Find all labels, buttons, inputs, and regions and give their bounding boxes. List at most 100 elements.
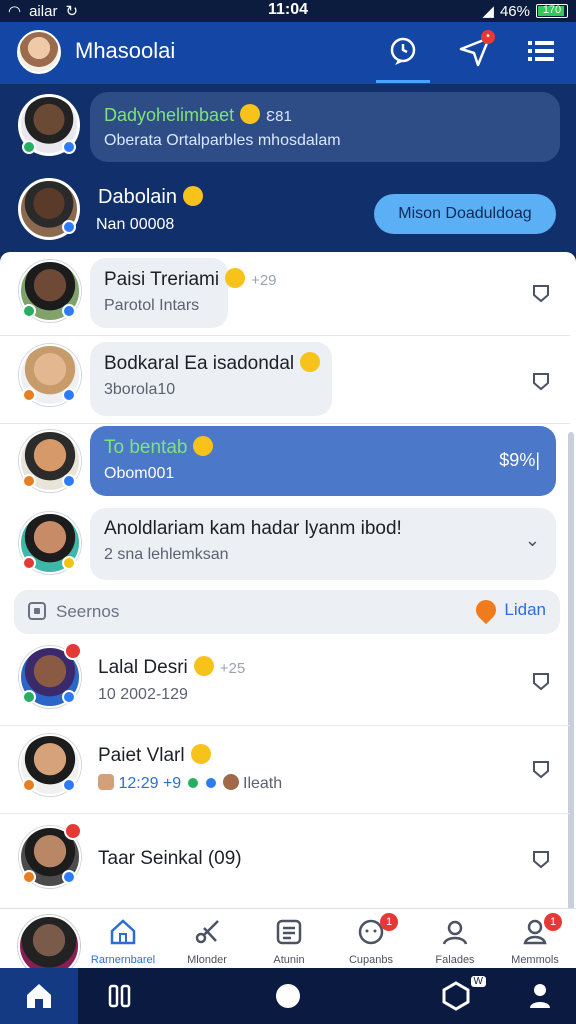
message-bubble[interactable]: Dadyohelimbaet Ɛ81 Oberata Ortalparbles m… — [90, 92, 560, 162]
chat-tab-icon[interactable] — [376, 34, 430, 83]
app-header: Mhasoolai • — [0, 22, 576, 84]
chat-row[interactable]: Dabolain Nan 00008 Mison Doaduldoag — [0, 170, 576, 252]
star-icon — [62, 556, 76, 570]
chat-list: Paisi Treriami +29 Parotol Intars Bodkara… — [0, 252, 576, 908]
search-action-label: Lidan — [504, 600, 546, 619]
tab-account[interactable]: Atunin — [254, 917, 324, 966]
emoji-icon — [193, 656, 214, 676]
list-item[interactable]: Bodkaral Ea isadondal 3borola10 — [0, 336, 570, 424]
emoji-icon — [300, 352, 321, 372]
tab-label: Atunin — [273, 954, 305, 966]
message-preview: Nan 00008 — [96, 216, 175, 233]
message-preview: Parotol Intars — [104, 297, 200, 314]
notification-dot: • — [481, 30, 495, 44]
contact-name: Taar Seinkal (09) — [98, 848, 242, 869]
list-item[interactable]: Taar Seinkal (09) — [0, 814, 570, 908]
online-indicator — [22, 304, 36, 318]
battery-percent: 46% — [499, 2, 530, 20]
verified-icon — [62, 778, 76, 792]
shield-icon[interactable] — [530, 848, 552, 870]
contact-name: To bentab — [104, 437, 188, 458]
hexagon-icon — [442, 981, 470, 1011]
contact-name: Dabolain — [98, 186, 177, 208]
contact-name: Bodkaral Ea isadondal — [104, 353, 295, 374]
message-preview: Obom001 — [104, 465, 175, 482]
home-circle-button[interactable] — [272, 980, 304, 1012]
home-button[interactable] — [0, 968, 78, 1024]
list-icon — [276, 919, 302, 945]
send-icon[interactable]: • — [458, 30, 495, 68]
online-indicator — [185, 776, 200, 790]
chevron-down-icon[interactable]: ⌄ — [525, 530, 540, 551]
shield-icon[interactable] — [530, 758, 552, 780]
tab-members[interactable]: 1 Memmols — [500, 913, 570, 966]
tab-label: Falades — [435, 954, 475, 966]
notification-badge — [64, 822, 82, 840]
mission-button[interactable]: Mison Doaduldoag — [374, 194, 556, 234]
list-item[interactable]: Lalal Desri +25 10 2002-129 — [0, 638, 570, 726]
emoji-icon — [225, 268, 246, 288]
list-item[interactable]: Paisi Treriami +29 Parotol Intars — [0, 252, 570, 336]
contact-name: Paisi Treriami — [104, 269, 220, 290]
tab-chats[interactable]: 1 Cupanbs — [336, 913, 406, 966]
tab-badge: 1 — [380, 913, 398, 931]
chat-row[interactable]: Dadyohelimbaet Ɛ81 Oberata Ortalparbles m… — [0, 84, 576, 170]
circle-icon — [276, 984, 300, 1008]
contact-name: Lalal Desri — [98, 657, 188, 678]
tab-label: Rarnernbarel — [90, 954, 156, 966]
system-nav-bar: W — [0, 968, 576, 1024]
menu-icon[interactable] — [524, 34, 558, 68]
notification-badge — [64, 642, 82, 660]
status-icon — [22, 870, 36, 884]
search-bar[interactable]: Seernos Lidan — [14, 590, 560, 634]
shield-icon[interactable] — [530, 370, 552, 392]
recents-button[interactable] — [104, 980, 136, 1012]
search-input[interactable]: Seernos — [56, 602, 119, 622]
message-bubble[interactable]: Bodkaral Ea isadondal 3borola10 — [90, 342, 332, 416]
emoji-icon — [182, 186, 203, 206]
message-count: +29 — [251, 272, 277, 289]
verified-icon — [62, 304, 76, 318]
list-item-selected[interactable]: To bentab Obom001 $9%| — [0, 424, 570, 506]
message-bubble[interactable]: Anoldlariam kam hadar lyanm ibod! 2 sna … — [90, 508, 556, 580]
app-title: Mhasoolai — [75, 38, 176, 63]
message-preview: 10 2002-129 — [98, 686, 188, 703]
message-count: Ɛ81 — [266, 108, 292, 125]
status-icon — [22, 556, 36, 570]
avatar-icon — [222, 774, 239, 790]
scissors-icon — [195, 920, 219, 944]
nav-badge: W — [470, 976, 486, 987]
emoji-icon — [193, 436, 214, 456]
message-count: +25 — [219, 660, 246, 677]
verified-icon — [62, 140, 76, 154]
tab-label: Memmols — [511, 954, 559, 966]
status-icon — [22, 388, 36, 402]
emoji-icon — [240, 104, 261, 124]
status-bar: ◠ ailar ↻ 11:04 ◢ 46% 170 — [0, 0, 576, 22]
emoji-icon — [190, 744, 211, 764]
house-icon — [110, 919, 136, 945]
list-item[interactable]: Paiet Vlarl 12:29 +9 Ileath — [0, 726, 570, 814]
status-icon — [22, 778, 36, 792]
tab-badge: 1 — [544, 913, 562, 931]
tab-label: Mlonder — [187, 954, 227, 966]
person-icon — [530, 984, 550, 1008]
tab-friends[interactable]: Falades — [420, 917, 490, 966]
back-button[interactable]: W — [440, 976, 486, 1012]
shield-icon[interactable] — [530, 282, 552, 304]
account-button[interactable] — [524, 980, 556, 1012]
contact-name: Dadyohelimbaet — [104, 105, 235, 125]
message-preview: 2 sna lehlemksan — [104, 546, 229, 563]
list-item[interactable]: Anoldlariam kam hadar lyanm ibod! 2 sna … — [0, 506, 570, 586]
message-value: $9%| — [499, 450, 540, 470]
bottom-tab-bar: Rarnernbarel Mlonder Atunin 1 Cupanbs Fa… — [0, 908, 576, 977]
shield-icon[interactable] — [530, 670, 552, 692]
search-action[interactable]: Lidan — [472, 595, 546, 625]
message-bubble[interactable]: Paisi Treriami +29 Parotol Intars — [90, 258, 277, 328]
profile-avatar[interactable] — [17, 30, 61, 74]
tab-tools[interactable]: Mlonder — [172, 917, 242, 966]
message-preview: Oberata Ortalparbles mhosdalam — [104, 132, 341, 149]
tab-home[interactable]: Rarnernbarel — [88, 917, 158, 966]
verified-icon — [62, 220, 76, 234]
message-bubble[interactable]: To bentab Obom001 $9%| — [90, 426, 556, 496]
